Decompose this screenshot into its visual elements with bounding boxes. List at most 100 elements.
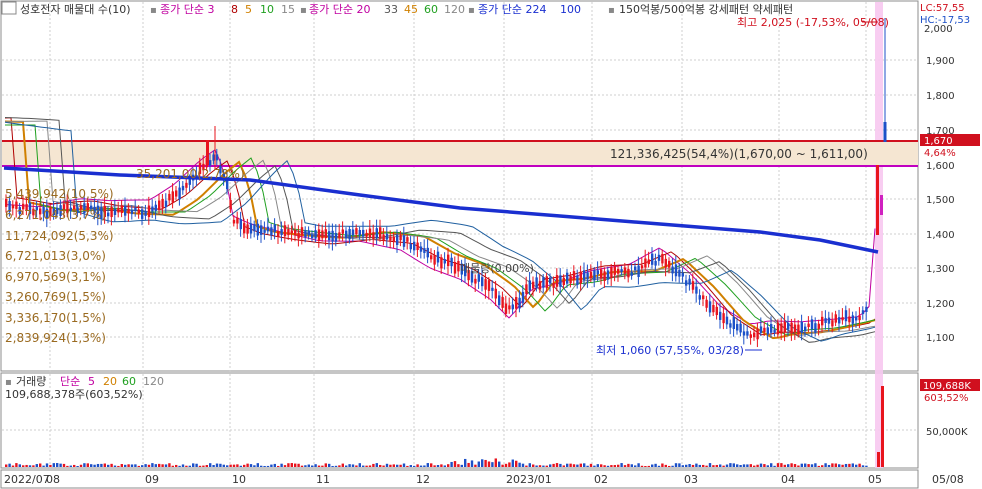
legend-checkbox[interactable] [1, 1, 17, 15]
candle-body [702, 295, 705, 300]
volume-bar [470, 460, 474, 467]
candle-body [712, 304, 715, 313]
volume-bar [504, 463, 508, 467]
volume-bar [532, 464, 535, 467]
candle-body [824, 318, 827, 323]
volume-bar [372, 463, 375, 467]
volume-bar [93, 464, 96, 467]
volume-bar [117, 465, 120, 467]
volume-bar [283, 465, 287, 467]
volume-bar [739, 465, 742, 467]
price-tick: 1,800 [926, 91, 955, 102]
stock-chart[interactable]: 성호전자 매물대 수(10) ▪ 종가 단순 3 8 5 10 15 ▪ 종가 … [0, 0, 982, 489]
volume-bar [562, 465, 565, 467]
candle-body [834, 314, 837, 323]
volume-bar [654, 463, 657, 467]
candle-body [763, 327, 766, 333]
candle-body [817, 323, 820, 329]
vol-legend-p3: 60 [122, 375, 136, 388]
volume-bar [8, 463, 11, 467]
volume-bar [171, 465, 174, 467]
price-tick: 1,600 [926, 161, 955, 172]
legend-sma2-p4: 120 [444, 3, 465, 16]
candle-body [419, 246, 423, 252]
volume-bar [107, 464, 110, 467]
candle-body [328, 231, 331, 241]
volume-bar [273, 463, 276, 467]
candle-body [742, 331, 746, 336]
volume-bar [436, 465, 440, 467]
candle-body [107, 212, 110, 217]
candle-body [120, 205, 123, 214]
date-tick: 2023/01 [506, 473, 552, 486]
candle-body [793, 324, 797, 333]
volume-bar [5, 464, 8, 467]
volume-bar [56, 463, 59, 467]
legend-stock: 성호전자 매물대 수(10) [20, 3, 131, 16]
volume-bar [229, 464, 232, 467]
volume-bar [535, 465, 538, 467]
volume-bar [287, 463, 290, 467]
candle-body [613, 266, 616, 275]
volume-bar [613, 465, 616, 467]
candle-body [392, 236, 395, 242]
candle-body [266, 226, 270, 232]
volume-bar [375, 463, 378, 467]
volume-bar [861, 465, 865, 467]
volume-bar [73, 464, 76, 467]
candle-body [831, 320, 834, 327]
candle-body [770, 324, 773, 333]
candle-body [572, 271, 576, 281]
volume-bar [358, 463, 361, 467]
volume-bar [147, 464, 151, 467]
candle-body [324, 229, 327, 239]
volume-bar [491, 462, 494, 467]
candle-body [780, 323, 783, 334]
candle-body [535, 277, 538, 289]
volume-bar [90, 464, 93, 467]
legend-sma3-p: 100 [560, 3, 581, 16]
legend-sma1-p2: 5 [245, 3, 252, 16]
candle-body [243, 223, 246, 234]
volume-bar [881, 386, 884, 467]
price-tick: 1,200 [926, 299, 955, 310]
volume-bar [542, 465, 545, 467]
volume-bar [161, 464, 164, 467]
candle-body [634, 266, 637, 271]
candle-body [715, 306, 718, 316]
volume-bar [742, 464, 746, 467]
candle-body [348, 229, 351, 240]
volume-bar [800, 463, 803, 467]
volume-bar [45, 463, 49, 467]
volume-bar [209, 463, 212, 467]
candle-body [674, 264, 678, 277]
volume-bar [467, 462, 470, 467]
candle-body [637, 265, 640, 277]
candle-body [552, 282, 555, 288]
volume-bar [732, 463, 735, 467]
volume-bar [797, 465, 800, 467]
volume-bar [787, 464, 790, 467]
price-tick: 1,100 [926, 333, 955, 344]
volume-bar [603, 465, 606, 467]
volume-bar [838, 464, 841, 467]
candle-body [351, 229, 355, 236]
volume-bar [844, 463, 848, 467]
candle-body [566, 272, 569, 284]
volume-bar [715, 464, 718, 467]
candle-body [858, 315, 861, 321]
volume-bar [623, 465, 627, 467]
volume-bar [15, 463, 18, 467]
candle-body [773, 329, 776, 333]
volume-bar [521, 463, 525, 467]
volume-bar [413, 465, 416, 467]
volume-bar [423, 465, 426, 467]
candle-body [413, 241, 416, 251]
volume-bar [35, 464, 38, 467]
candle-body [525, 284, 528, 294]
candle-body [861, 310, 865, 315]
candle-body [883, 122, 887, 142]
volume-bar [66, 465, 69, 467]
candle-body [426, 247, 429, 258]
candle-body [651, 253, 654, 265]
